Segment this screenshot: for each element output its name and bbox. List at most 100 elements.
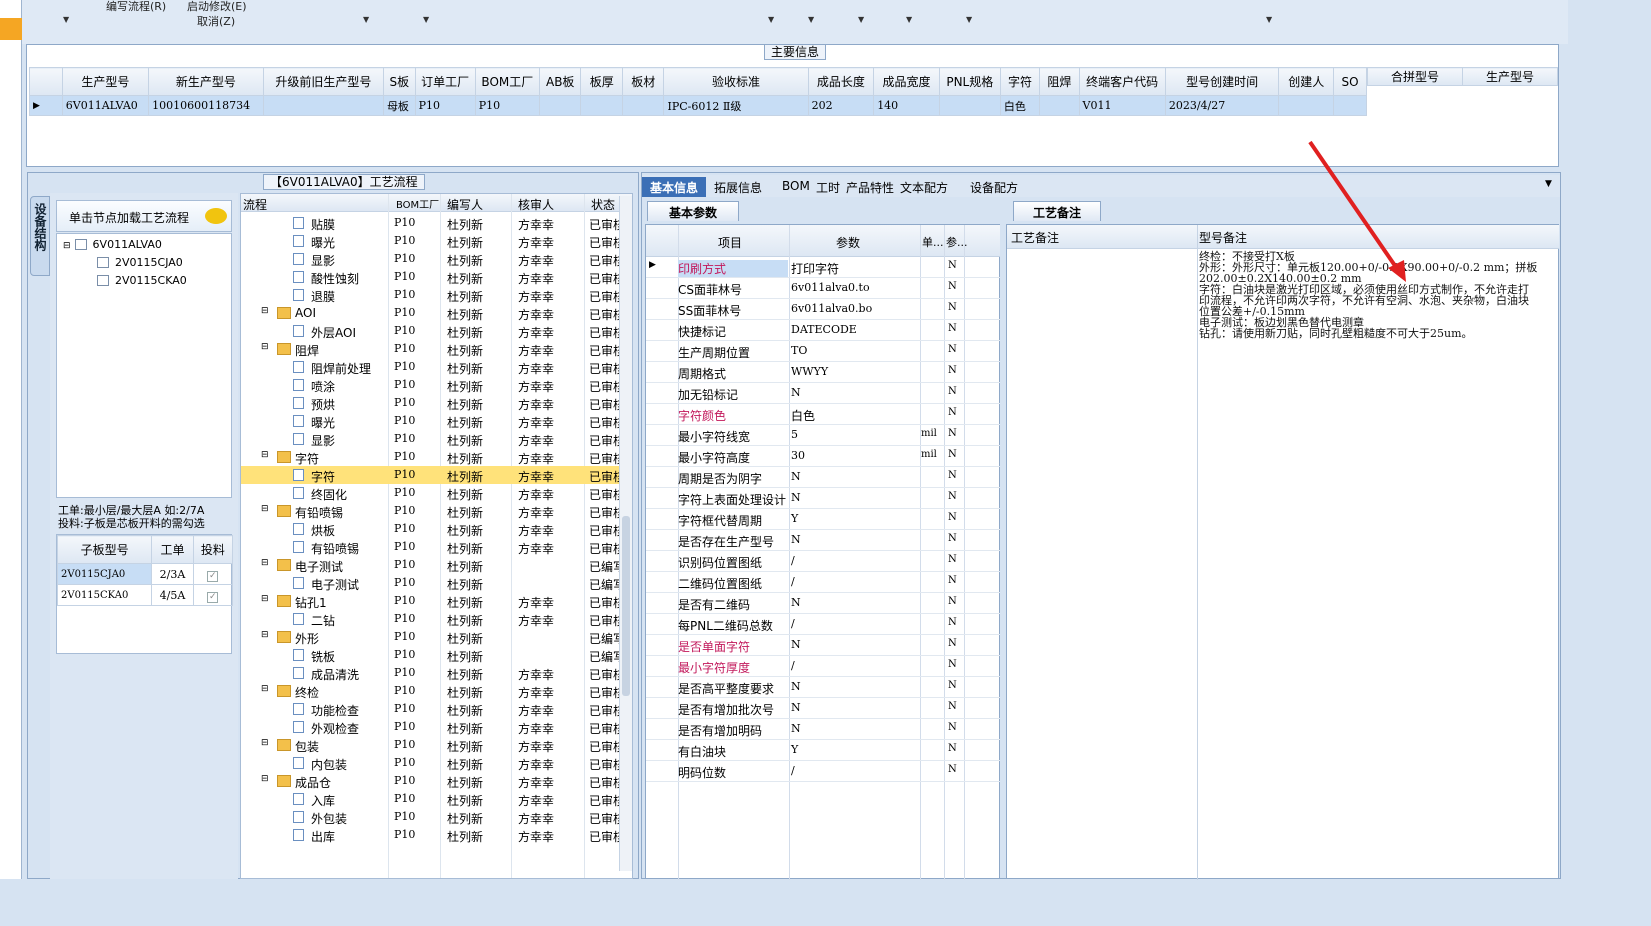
param-row[interactable]: 是否有增加明码 N N <box>646 719 1000 740</box>
dropdown-arrow-icon[interactable]: ▼ <box>906 15 912 24</box>
main-cell[interactable]: 202 <box>807 95 875 116</box>
param-value[interactable]: 6v011alva0.bo <box>791 302 872 315</box>
flow-row[interactable]: 有铅喷锡 P10 杜列新 方幸幸 已审核 <box>241 538 632 556</box>
param-value[interactable]: N <box>791 701 801 714</box>
flow-col-header[interactable]: 状态 <box>591 196 615 213</box>
collapse-icon[interactable]: ⊟ <box>261 738 269 748</box>
param-value[interactable]: 6v011alva0.to <box>791 281 870 294</box>
main-col-header[interactable]: 成品宽度 <box>873 67 940 96</box>
main-cell[interactable]: 140 <box>873 95 940 116</box>
param-value[interactable]: / <box>791 554 795 567</box>
merge-col-header[interactable]: 生产型号 <box>1462 67 1558 86</box>
flow-row[interactable]: ⊟ 终检 P10 杜列新 方幸幸 已审核 <box>241 682 632 700</box>
main-col-header[interactable]: 终端客户代码 <box>1078 67 1166 96</box>
flow-row[interactable]: 酸性蚀刻 P10 杜列新 方幸幸 已审核 <box>241 268 632 286</box>
collapse-icon[interactable]: ⊟ <box>261 504 269 514</box>
main-col-header[interactable]: S板 <box>382 67 416 96</box>
main-col-header[interactable]: BOM工厂 <box>474 67 540 96</box>
main-cell[interactable] <box>1278 95 1335 116</box>
tab-5[interactable]: 文本配方 <box>892 177 956 197</box>
flow-col-header[interactable]: 编写人 <box>447 196 483 213</box>
main-cell[interactable]: V011 <box>1078 95 1166 116</box>
feed-checkbox[interactable]: ✓ <box>192 584 234 606</box>
param-row[interactable]: CS面菲林号 6v011alva0.to N <box>646 278 1000 299</box>
main-col-header[interactable]: AB板 <box>538 67 582 96</box>
dropdown-arrow-icon[interactable]: ▼ <box>808 15 814 24</box>
main-col-header[interactable]: 升级前旧生产型号 <box>262 67 384 96</box>
flow-col-header[interactable]: BOM工厂 <box>396 196 439 211</box>
param-row[interactable]: 最小字符高度 30 mil N <box>646 446 1000 467</box>
main-col-header[interactable]: 型号创建时间 <box>1164 67 1280 96</box>
param-value[interactable]: N <box>791 491 801 504</box>
param-value[interactable]: 打印字符 <box>791 260 839 277</box>
param-value[interactable]: DATECODE <box>791 323 857 336</box>
flow-row[interactable]: 字符 P10 杜列新 方幸幸 已审核 <box>241 466 632 484</box>
scroll-thumb[interactable] <box>622 516 630 696</box>
main-cell[interactable]: 6V011ALVA0 <box>61 95 150 116</box>
param-row[interactable]: 是否存在生产型号 N N <box>646 530 1000 551</box>
sub-col-header[interactable]: 子板型号 <box>56 535 153 564</box>
flow-row[interactable]: ⊟ 字符 P10 杜列新 方幸幸 已审核 <box>241 448 632 466</box>
flow-row[interactable]: 外包装 P10 杜列新 方幸幸 已审核 <box>241 808 632 826</box>
collapse-icon[interactable]: ⊟ <box>261 450 269 460</box>
param-row[interactable]: 最小字符厚度 / N <box>646 656 1000 677</box>
main-cell[interactable]: P10 <box>414 95 476 116</box>
collapse-icon[interactable]: ⊟ <box>261 558 269 568</box>
start-modify-menu[interactable]: 启动修改(E) <box>187 0 247 14</box>
main-col-header[interactable]: 板材 <box>621 67 665 96</box>
main-cell[interactable] <box>938 95 1001 116</box>
main-cell[interactable]: 母板 <box>382 95 416 116</box>
param-value[interactable]: 5 <box>791 428 798 441</box>
param-row[interactable]: 是否单面字符 N N <box>646 635 1000 656</box>
table-row[interactable]: 2V0115CJA0 2/3A ✓ <box>56 563 234 585</box>
dropdown-arrow-icon[interactable]: ▼ <box>363 15 369 24</box>
flow-col-header[interactable]: 核审人 <box>518 196 554 213</box>
param-row[interactable]: 识别码位置图纸 / N <box>646 551 1000 572</box>
main-cell[interactable] <box>621 95 665 116</box>
dropdown-arrow-icon[interactable]: ▼ <box>423 15 429 24</box>
flow-row[interactable]: 喷涂 P10 杜列新 方幸幸 已审核 <box>241 376 632 394</box>
main-cell[interactable] <box>580 95 623 116</box>
main-col-header[interactable]: 订单工厂 <box>414 67 476 96</box>
param-row[interactable]: 字符颜色 白色 N <box>646 404 1000 425</box>
flow-row[interactable]: ⊟ 包装 P10 杜列新 方幸幸 已审核 <box>241 736 632 754</box>
dropdown-arrow-icon[interactable]: ▼ <box>1266 15 1272 24</box>
param-row[interactable]: 快捷标记 DATECODE N <box>646 320 1000 341</box>
main-col-header[interactable]: PNL规格 <box>938 67 1001 96</box>
param-value[interactable]: Y <box>791 743 798 756</box>
tab-0[interactable]: 基本信息 <box>642 177 707 197</box>
collapse-icon[interactable]: ⊟ <box>261 594 269 604</box>
flow-row[interactable]: ⊟ 外形 P10 杜列新 已编写 <box>241 628 632 646</box>
param-value[interactable]: Y <box>791 512 798 525</box>
flow-col-header[interactable]: 流程 <box>243 196 267 213</box>
main-cell[interactable]: P10 <box>474 95 540 116</box>
cancel-menu[interactable]: 取消(Z) <box>197 13 235 29</box>
main-cell[interactable]: 白色 <box>999 95 1041 116</box>
param-value[interactable]: TO <box>791 344 807 357</box>
flow-row[interactable]: 出库 P10 杜列新 方幸幸 已审核 <box>241 826 632 844</box>
flow-row[interactable]: 功能检查 P10 杜列新 方幸幸 已审核 <box>241 700 632 718</box>
tab-6[interactable]: 设备配方 <box>962 177 1026 197</box>
param-row[interactable]: 加无铅标记 N N <box>646 383 1000 404</box>
flow-row[interactable]: 显影 P10 杜列新 方幸幸 已审核 <box>241 250 632 268</box>
flow-row[interactable]: ⊟ 阻焊 P10 杜列新 方幸幸 已审核 <box>241 340 632 358</box>
table-row[interactable]: 2V0115CKA0 4/5A ✓ <box>56 584 234 606</box>
main-cell[interactable]: IPC-6012 Ⅱ级 <box>663 95 809 116</box>
tab-menu-arrow-icon[interactable]: ▼ <box>1545 179 1552 189</box>
merge-col-header[interactable]: 合拼型号 <box>1367 67 1463 86</box>
param-value[interactable]: 白色 <box>791 407 815 424</box>
tree-child[interactable]: 2V0115CJA0 <box>97 256 183 269</box>
tree-child[interactable]: 2V0115CKA0 <box>97 274 187 287</box>
param-value[interactable]: 30 <box>791 449 805 462</box>
sub-col-header[interactable]: 工单 <box>151 535 194 564</box>
param-row[interactable]: 周期是否为阴字 N N <box>646 467 1000 488</box>
collapse-icon[interactable]: ⊟ <box>261 684 269 694</box>
param-row[interactable]: 生产周期位置 TO N <box>646 341 1000 362</box>
flow-row[interactable]: 铣板 P10 杜列新 已编写 <box>241 646 632 664</box>
collapse-icon[interactable]: ⊟ <box>261 630 269 640</box>
main-cell[interactable]: 10010600118734 <box>148 95 264 116</box>
tab-equipment-structure[interactable]: 设备结构 <box>30 196 50 276</box>
param-row[interactable]: 是否有增加批次号 N N <box>646 698 1000 719</box>
flow-row[interactable]: 贴膜 P10 杜列新 方幸幸 已审核 <box>241 214 632 232</box>
flow-row[interactable]: ⊟ 电子测试 P10 杜列新 已编写 <box>241 556 632 574</box>
